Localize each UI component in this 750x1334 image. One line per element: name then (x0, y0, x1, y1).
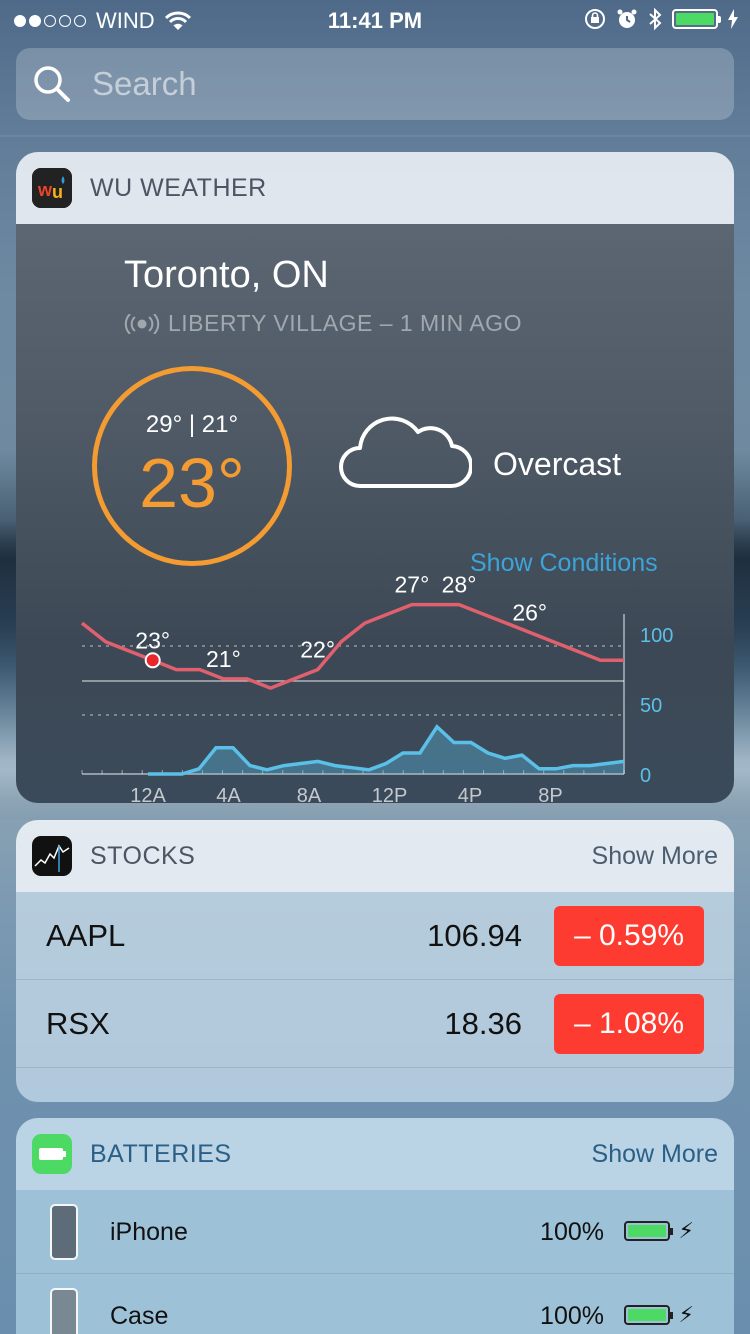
search-placeholder: Search (92, 65, 197, 102)
temp-data-label: 23° (135, 627, 170, 653)
stock-price: 106.94 (427, 918, 522, 953)
batteries-app-icon (32, 1134, 72, 1174)
city-name: Toronto, ON (124, 254, 329, 296)
temp-data-label: 27° (395, 574, 430, 598)
stocks-list: AAPL 106.94 – 0.59% RSX 18.36 – 1.08% (16, 892, 734, 1102)
batteries-widget[interactable]: BATTERIES Show More iPhone 100% ⚡︎ Case … (16, 1118, 734, 1334)
search-icon (34, 66, 70, 102)
battery-level-icon (624, 1221, 673, 1241)
temperature-ring: 29° | 21° 23° (92, 366, 292, 566)
stocks-widget[interactable]: STOCKS Show More AAPL 106.94 – 0.59% RSX… (16, 820, 734, 1102)
hi-lo-temp: 29° | 21° (145, 411, 239, 438)
stock-change-badge[interactable]: – 0.59% (554, 906, 704, 966)
temp-data-label: 22° (300, 637, 335, 663)
y-tick-label: 100 (640, 625, 673, 647)
station-info: LIBERTY VILLAGE – 1 MIN AGO (122, 310, 522, 337)
current-hour-marker (144, 652, 161, 669)
stock-row[interactable]: AAPL 106.94 – 0.59% (16, 892, 734, 980)
stock-row[interactable]: RSX 18.36 – 1.08% (16, 980, 734, 1068)
case-device-icon (50, 1288, 78, 1334)
batteries-show-more-button[interactable]: Show More (592, 1140, 718, 1169)
precipitation-area (148, 726, 624, 774)
stock-change-badge[interactable]: – 1.08% (554, 994, 704, 1054)
status-bar: WIND 11:41 PM (0, 0, 750, 40)
charging-icon: ⚡︎ (678, 1218, 694, 1243)
batteries-widget-header[interactable]: BATTERIES Show More (16, 1118, 734, 1190)
search-bar[interactable]: Search (16, 48, 734, 120)
batteries-list: iPhone 100% ⚡︎ Case 100% ⚡︎ (16, 1190, 734, 1334)
y-tick-label: 0 (640, 765, 651, 787)
cloud-icon (339, 416, 472, 489)
battery-icon (672, 9, 721, 29)
device-name: Case (110, 1302, 169, 1330)
stocks-widget-header[interactable]: STOCKS Show More (16, 820, 734, 892)
temp-data-label: 26° (512, 599, 547, 625)
bluetooth-icon (649, 7, 662, 31)
weather-widget[interactable]: w u WU WEATHER Toronto, ON LIBERTY VILLA… (16, 152, 734, 803)
broadcast-icon (124, 313, 160, 334)
stock-price: 18.36 (444, 1006, 522, 1041)
battery-percent: 100% (540, 1302, 604, 1330)
weather-widget-header[interactable]: w u WU WEATHER (16, 152, 734, 224)
stocks-show-more-button[interactable]: Show More (592, 842, 718, 871)
charging-icon: ⚡︎ (678, 1302, 694, 1327)
wu-weather-app-icon: w u (32, 168, 72, 208)
hourly-forecast-chart: 100 50 0 23° 21° 22° 27° 28° 26° 12A 4A 8A 12P 4P 8P (80, 574, 673, 803)
battery-row: Case 100% ⚡︎ (16, 1274, 734, 1334)
station-label: LIBERTY VILLAGE – 1 MIN AGO (168, 310, 522, 336)
weather-widget-title: WU WEATHER (90, 173, 267, 202)
iphone-device-icon (50, 1204, 78, 1260)
svg-text:u: u (52, 182, 63, 202)
battery-level-icon (624, 1305, 673, 1325)
battery-row: iPhone 100% ⚡︎ (16, 1190, 734, 1274)
rotation-lock-icon (585, 9, 605, 29)
x-tick-label: 12P (372, 785, 408, 803)
stocks-widget-title: STOCKS (90, 841, 196, 870)
charging-bolt-icon (728, 9, 738, 29)
batteries-widget-title: BATTERIES (90, 1139, 232, 1168)
stock-symbol: RSX (46, 1006, 110, 1041)
battery-percent: 100% (540, 1218, 604, 1246)
x-tick-label: 4A (216, 785, 241, 803)
x-tick-label: 12A (130, 785, 166, 803)
y-tick-label: 50 (640, 695, 662, 717)
x-tick-label: 8A (297, 785, 322, 803)
stocks-app-icon (32, 836, 72, 876)
weather-widget-body[interactable]: Toronto, ON LIBERTY VILLAGE – 1 MIN AGO … (16, 224, 734, 803)
x-tick-label: 8P (538, 785, 562, 803)
temp-data-label: 28° (442, 574, 477, 598)
current-temp: 23° (139, 444, 245, 522)
alarm-icon (617, 9, 637, 28)
device-name: iPhone (110, 1218, 188, 1246)
section-divider (0, 135, 750, 137)
stock-symbol: AAPL (46, 918, 126, 953)
temp-data-label: 21° (206, 646, 241, 672)
svg-text:w: w (37, 180, 53, 200)
condition-label: Overcast (493, 446, 622, 482)
x-tick-label: 4P (458, 785, 482, 803)
